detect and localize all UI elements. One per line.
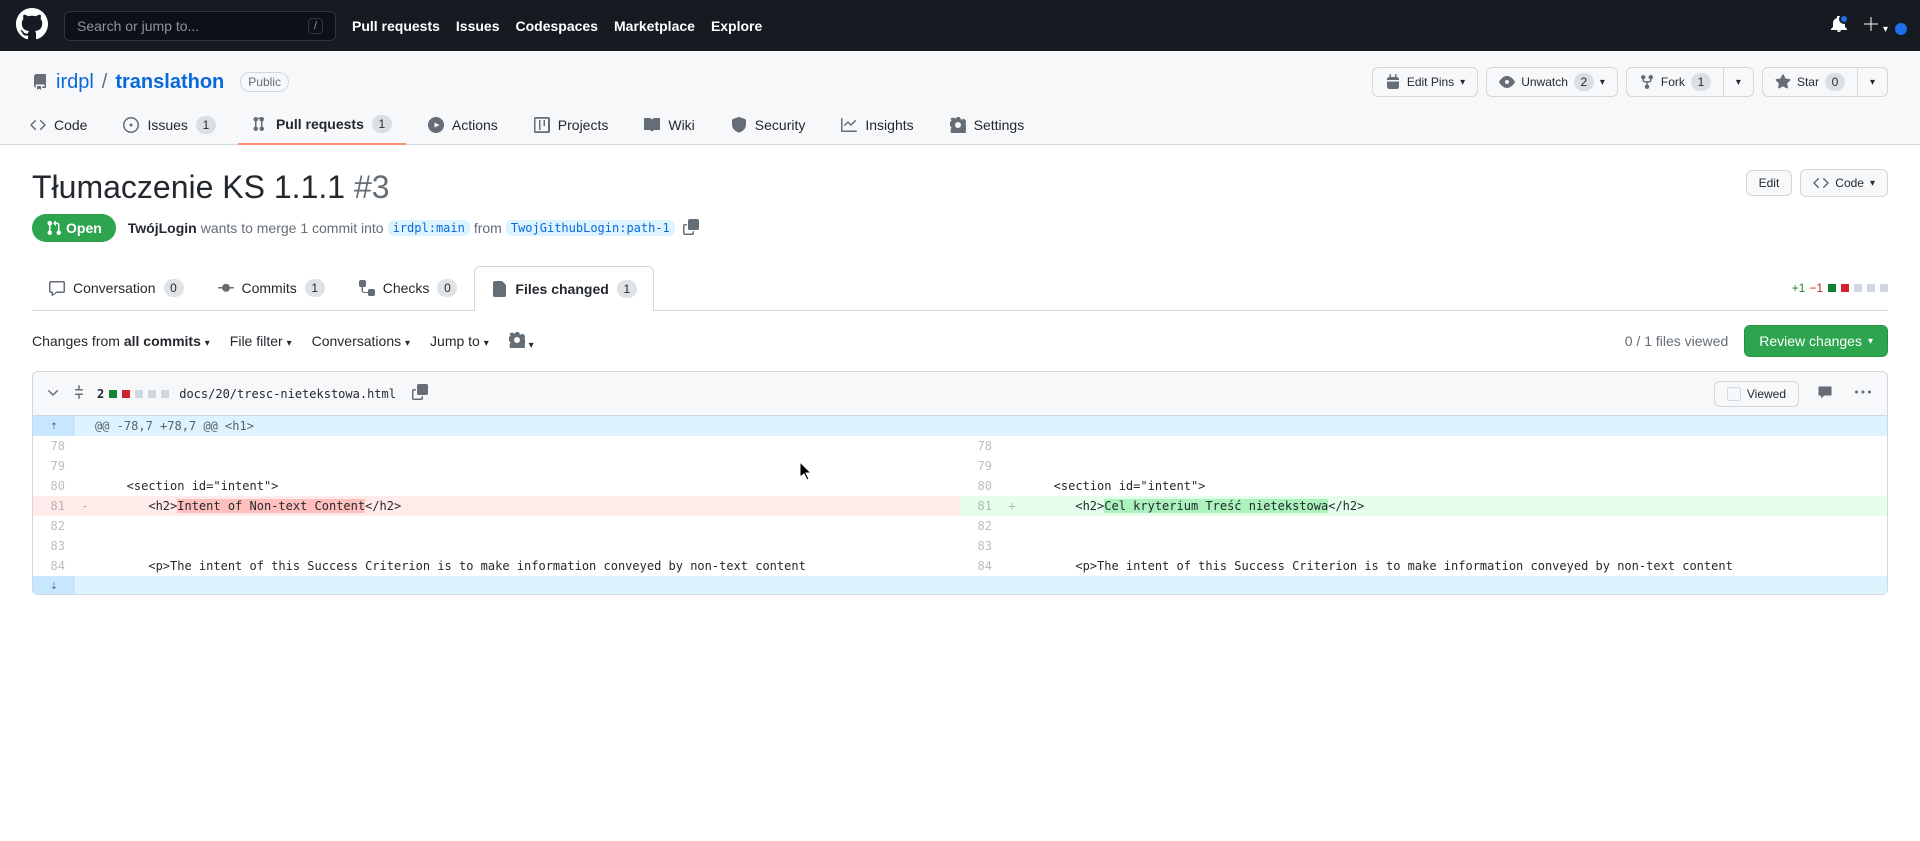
- diff-row[interactable]: 7878: [33, 436, 1887, 456]
- repo-owner-link[interactable]: irdpl: [56, 71, 94, 94]
- tab-security[interactable]: Security: [717, 105, 820, 144]
- edit-pins-button[interactable]: Edit Pins ▾: [1372, 67, 1478, 97]
- nav-codespaces[interactable]: Codespaces: [516, 18, 598, 34]
- nav-issues[interactable]: Issues: [456, 18, 500, 34]
- github-logo[interactable]: [16, 8, 48, 43]
- tab-issues[interactable]: Issues1: [109, 105, 229, 144]
- expand-all-button[interactable]: [71, 384, 87, 403]
- edit-button[interactable]: Edit: [1746, 170, 1793, 196]
- tab-actions[interactable]: Actions: [414, 105, 512, 144]
- diff-row[interactable]: 81- <h2>Intent of Non-text Content</h2>8…: [33, 496, 1887, 516]
- nav-marketplace[interactable]: Marketplace: [614, 18, 695, 34]
- conversations-dropdown[interactable]: Conversations ▾: [312, 333, 410, 349]
- copy-branch-button[interactable]: [679, 215, 703, 242]
- file-menu-button[interactable]: [1851, 380, 1875, 407]
- fork-menu[interactable]: ▾: [1723, 67, 1754, 97]
- tab-conversation[interactable]: Conversation0: [32, 266, 201, 310]
- notification-dot-icon: [1839, 14, 1849, 24]
- notifications-button[interactable]: [1831, 16, 1847, 35]
- diff-row[interactable]: 84 <p>The intent of this Success Criteri…: [33, 556, 1887, 576]
- visibility-badge: Public: [240, 72, 289, 92]
- changes-from-dropdown[interactable]: Changes from all commits ▾: [32, 333, 210, 349]
- git-pull-request-icon: [46, 220, 62, 236]
- diff-settings-dropdown[interactable]: ▾: [509, 332, 534, 351]
- repo-header: irdpl / translathon Public Edit Pins ▾ U…: [0, 51, 1920, 145]
- global-header: Search or jump to... / Pull requests Iss…: [0, 0, 1920, 51]
- comment-file-button[interactable]: [1813, 380, 1837, 407]
- repo-name-link[interactable]: translathon: [115, 71, 224, 94]
- expand-up-button[interactable]: ⇡: [33, 416, 75, 436]
- slash-badge: /: [308, 18, 323, 34]
- star-button[interactable]: Star 0: [1762, 67, 1858, 97]
- diff-row[interactable]: 7979: [33, 456, 1887, 476]
- repo-icon: [32, 74, 48, 90]
- pr-tabs: Conversation0 Commits1 Checks0 Files cha…: [32, 266, 654, 310]
- tab-commits[interactable]: Commits1: [201, 266, 342, 310]
- head-branch[interactable]: TwojGithubLogin:path-1: [506, 220, 675, 236]
- star-menu[interactable]: ▾: [1857, 67, 1888, 97]
- file-filter-dropdown[interactable]: File filter ▾: [230, 333, 292, 349]
- file-diffstat: 2: [97, 387, 169, 401]
- checkbox-icon: [1727, 387, 1741, 401]
- diff-table: ⇡@@ -78,7 +78,7 @@ <h1> 7878797980 <sect…: [33, 416, 1887, 594]
- add-menu[interactable]: ▾: [1863, 16, 1888, 35]
- files-viewed-label: 0 / 1 files viewed: [1625, 333, 1729, 349]
- hunk-header: @@ -78,7 +78,7 @@ <h1>: [75, 416, 1887, 436]
- tab-wiki[interactable]: Wiki: [630, 105, 708, 144]
- search-placeholder: Search or jump to...: [77, 18, 199, 34]
- tab-code[interactable]: Code: [16, 105, 101, 144]
- unwatch-button[interactable]: Unwatch 2 ▾: [1486, 67, 1618, 97]
- diff-row[interactable]: 8282: [33, 516, 1887, 536]
- repo-nav: Code Issues1 Pull requests1 Actions Proj…: [0, 105, 1920, 144]
- expand-down-button[interactable]: ⇣: [33, 576, 75, 594]
- viewed-toggle[interactable]: Viewed: [1714, 381, 1799, 407]
- review-changes-button[interactable]: Review changes ▾: [1744, 325, 1888, 357]
- tab-checks[interactable]: Checks0: [342, 266, 475, 310]
- tab-settings[interactable]: Settings: [936, 105, 1039, 144]
- nav-explore[interactable]: Explore: [711, 18, 762, 34]
- diff-summary: +1 −1: [1792, 281, 1888, 295]
- pr-title: Tłumaczenie KS 1.1.1 #3: [32, 169, 390, 206]
- tab-pulls[interactable]: Pull requests1: [238, 105, 406, 145]
- fork-button[interactable]: Fork 1: [1626, 67, 1724, 97]
- code-dropdown-button[interactable]: Code ▾: [1800, 169, 1888, 197]
- tab-projects[interactable]: Projects: [520, 105, 623, 144]
- state-badge: Open: [32, 214, 116, 242]
- search-input[interactable]: Search or jump to... /: [64, 11, 336, 41]
- repo-title: irdpl / translathon Public: [32, 71, 289, 94]
- jump-to-dropdown[interactable]: Jump to ▾: [430, 333, 489, 349]
- global-nav: Pull requests Issues Codespaces Marketpl…: [352, 18, 762, 34]
- base-branch[interactable]: irdpl:main: [388, 220, 470, 236]
- diff-row[interactable]: 80 <section id="intent">80 <section id="…: [33, 476, 1887, 496]
- file-path[interactable]: docs/20/tresc-nietekstowa.html: [179, 387, 396, 401]
- copy-path-button[interactable]: [406, 382, 434, 405]
- tab-files[interactable]: Files changed1: [474, 266, 653, 311]
- tab-insights[interactable]: Insights: [827, 105, 927, 144]
- diff-row[interactable]: 8383: [33, 536, 1887, 556]
- author-link[interactable]: TwójLogin: [128, 220, 197, 236]
- nav-pulls[interactable]: Pull requests: [352, 18, 440, 34]
- collapse-file-button[interactable]: [45, 384, 61, 403]
- diff-file: 2 docs/20/tresc-nietekstowa.html Viewed …: [32, 371, 1888, 595]
